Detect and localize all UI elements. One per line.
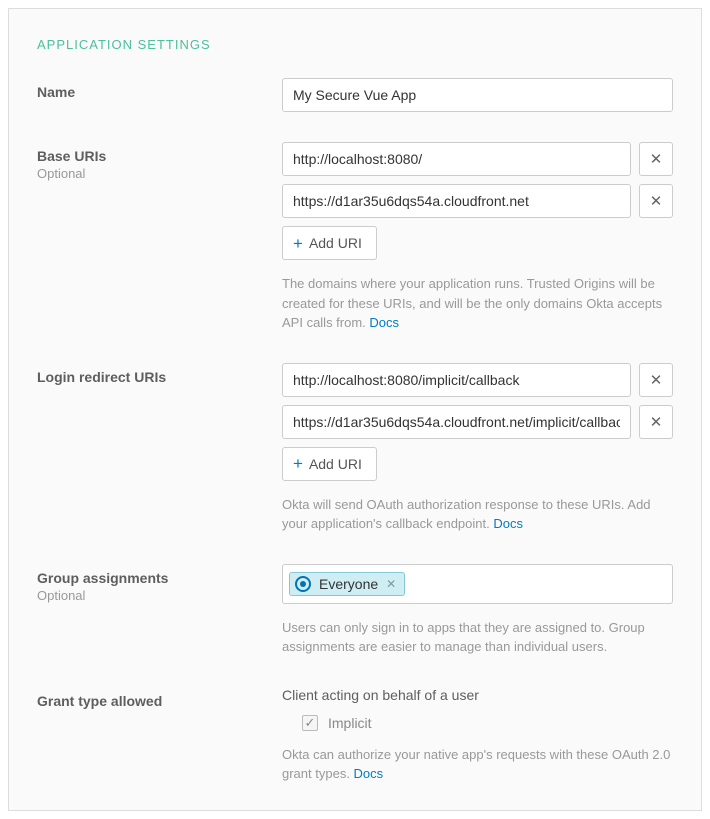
checkbox-row-implicit: ✓ Implicit: [282, 715, 673, 731]
close-icon: ✕: [650, 413, 663, 431]
content-col-login-redirect: ✕ ✕ + Add URI Okta will send OAuth autho…: [282, 363, 673, 534]
implicit-checkbox-label: Implicit: [328, 715, 372, 731]
row-name: Name: [37, 78, 673, 112]
label-col-group: Group assignments Optional: [37, 564, 282, 657]
content-col-group: Everyone ✕ Users can only sign in to app…: [282, 564, 673, 657]
group-helper: Users can only sign in to apps that they…: [282, 618, 673, 657]
name-label: Name: [37, 84, 282, 100]
implicit-checkbox[interactable]: ✓: [302, 715, 318, 731]
group-icon: [295, 576, 311, 592]
content-col-grant: Client acting on behalf of a user ✓ Impl…: [282, 687, 673, 784]
label-col-base-uris: Base URIs Optional: [37, 142, 282, 333]
login-uri-input-0[interactable]: [282, 363, 631, 397]
label-col-name: Name: [37, 78, 282, 112]
label-col-login-redirect: Login redirect URIs: [37, 363, 282, 534]
base-uri-input-0[interactable]: [282, 142, 631, 176]
add-base-uri-label: Add URI: [309, 235, 362, 251]
grant-docs-link[interactable]: Docs: [354, 766, 384, 781]
grant-helper: Okta can authorize your native app's req…: [282, 745, 673, 784]
base-uris-docs-link[interactable]: Docs: [369, 315, 399, 330]
chip-remove-icon[interactable]: ✕: [386, 577, 396, 591]
row-base-uris: Base URIs Optional ✕ ✕ + Add URI The dom…: [37, 142, 673, 333]
application-settings-panel: APPLICATION SETTINGS Name Base URIs Opti…: [8, 8, 702, 811]
add-login-uri-button[interactable]: + Add URI: [282, 447, 377, 481]
remove-login-uri-0[interactable]: ✕: [639, 363, 673, 397]
base-uri-input-1[interactable]: [282, 184, 631, 218]
base-uris-helper-text: The domains where your application runs.…: [282, 276, 662, 330]
login-redirect-label: Login redirect URIs: [37, 369, 282, 385]
close-icon: ✕: [650, 192, 663, 210]
chip-label: Everyone: [319, 576, 378, 592]
login-redirect-helper-text: Okta will send OAuth authorization respo…: [282, 497, 651, 532]
base-uris-helper: The domains where your application runs.…: [282, 274, 673, 333]
section-title: APPLICATION SETTINGS: [37, 37, 673, 52]
grant-heading: Client acting on behalf of a user: [282, 687, 673, 703]
group-chip-container[interactable]: Everyone ✕: [282, 564, 673, 604]
grant-helper-text: Okta can authorize your native app's req…: [282, 747, 670, 782]
remove-login-uri-1[interactable]: ✕: [639, 405, 673, 439]
label-col-grant: Grant type allowed: [37, 687, 282, 784]
login-redirect-docs-link[interactable]: Docs: [493, 516, 523, 531]
name-input[interactable]: [282, 78, 673, 112]
base-uris-optional: Optional: [37, 166, 282, 181]
content-col-base-uris: ✕ ✕ + Add URI The domains where your app…: [282, 142, 673, 333]
base-uris-label: Base URIs: [37, 148, 282, 164]
login-redirect-helper: Okta will send OAuth authorization respo…: [282, 495, 673, 534]
group-label: Group assignments: [37, 570, 282, 586]
base-uri-row-0: ✕: [282, 142, 673, 176]
base-uri-row-1: ✕: [282, 184, 673, 218]
close-icon: ✕: [650, 371, 663, 389]
login-uri-input-1[interactable]: [282, 405, 631, 439]
remove-base-uri-0[interactable]: ✕: [639, 142, 673, 176]
login-uri-row-0: ✕: [282, 363, 673, 397]
row-grant-type: Grant type allowed Client acting on beha…: [37, 687, 673, 784]
row-login-redirect-uris: Login redirect URIs ✕ ✕ + Add URI Okta w…: [37, 363, 673, 534]
login-uri-row-1: ✕: [282, 405, 673, 439]
chip-everyone: Everyone ✕: [289, 572, 405, 596]
plus-icon: +: [293, 235, 303, 252]
row-group-assignments: Group assignments Optional Everyone ✕ Us…: [37, 564, 673, 657]
check-icon: ✓: [305, 715, 316, 731]
content-col-name: [282, 78, 673, 112]
group-optional: Optional: [37, 588, 282, 603]
add-base-uri-button[interactable]: + Add URI: [282, 226, 377, 260]
add-login-uri-label: Add URI: [309, 456, 362, 472]
remove-base-uri-1[interactable]: ✕: [639, 184, 673, 218]
grant-label: Grant type allowed: [37, 693, 282, 709]
close-icon: ✕: [650, 150, 663, 168]
plus-icon: +: [293, 455, 303, 472]
